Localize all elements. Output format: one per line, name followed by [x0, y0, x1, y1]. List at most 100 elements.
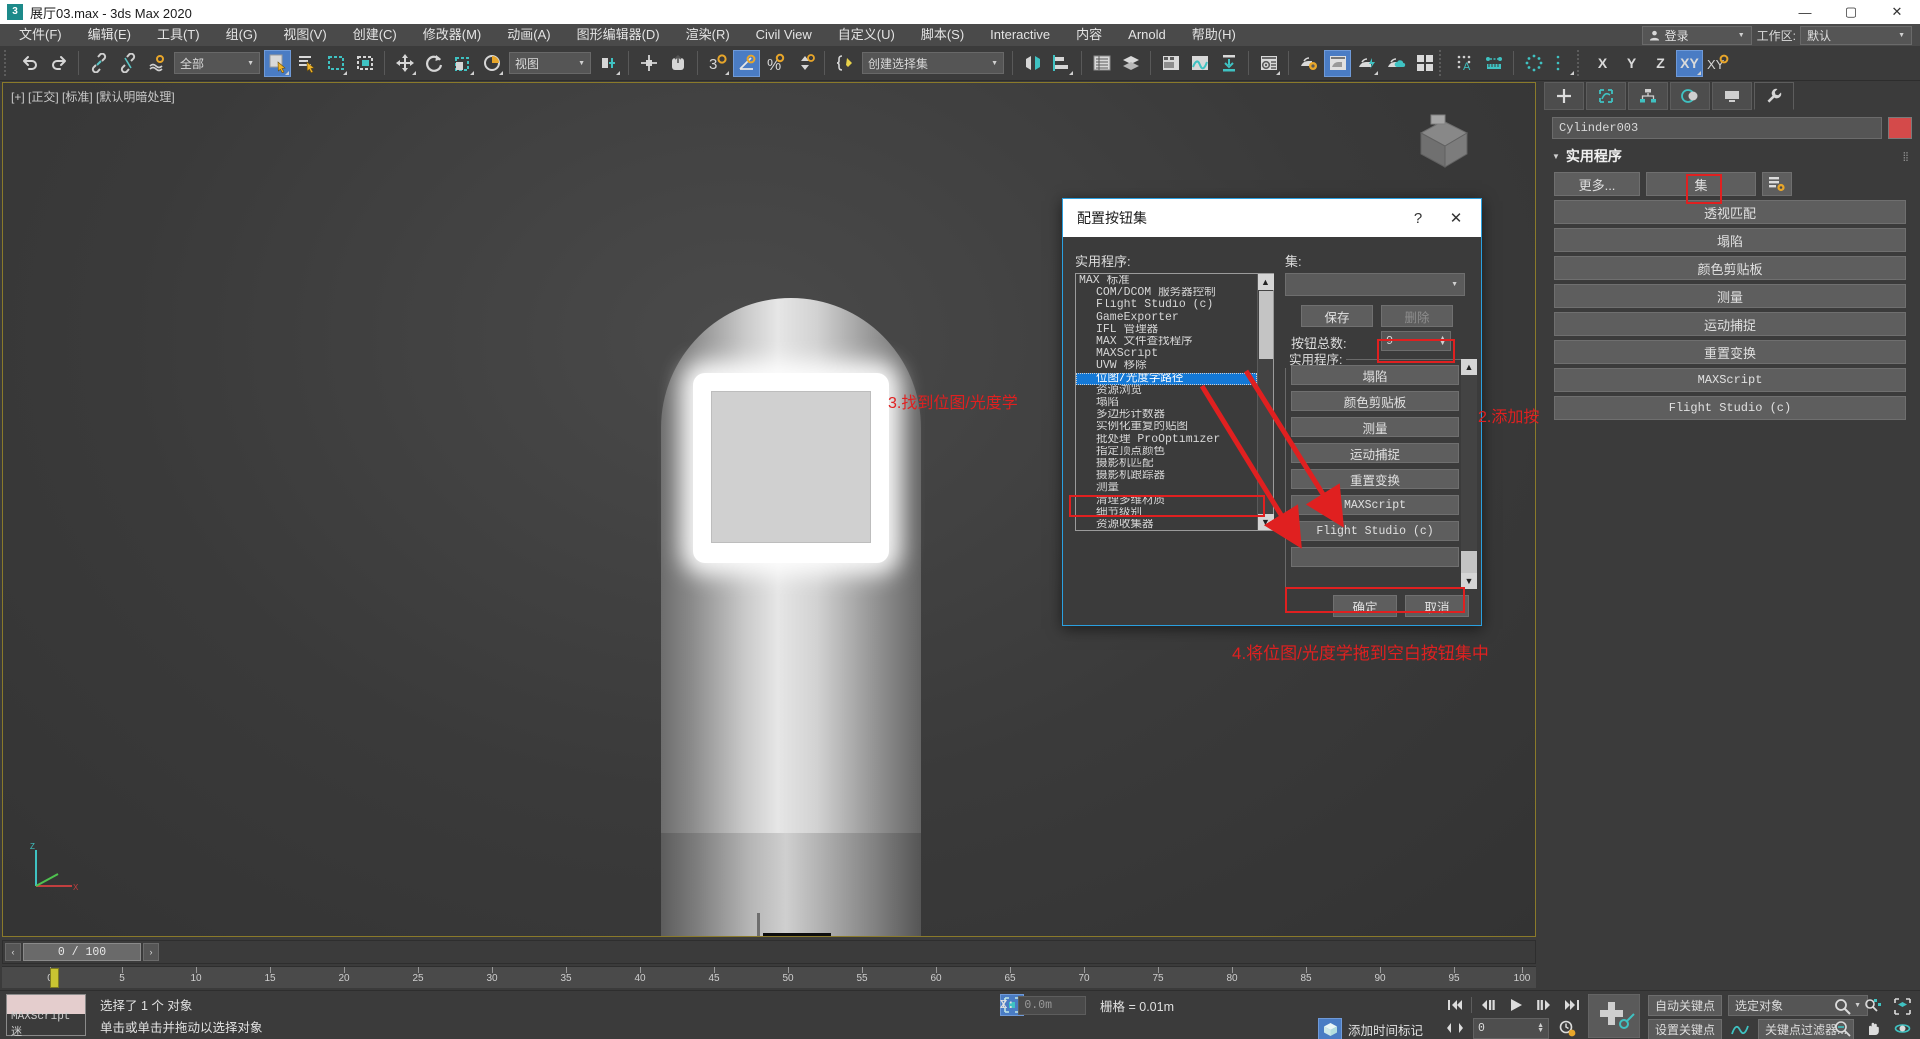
- select-and-scale-button[interactable]: [449, 50, 476, 77]
- time-next-button[interactable]: ›: [143, 943, 159, 961]
- utility-list-item[interactable]: 细节级别: [1076, 507, 1257, 519]
- material-editor-button[interactable]: [1255, 50, 1282, 77]
- unlink-selection-button[interactable]: [114, 50, 141, 77]
- select-and-link-button[interactable]: [85, 50, 112, 77]
- current-frame-field[interactable]: 0 ▲▼: [1473, 1018, 1549, 1039]
- axis-constraint-y-button[interactable]: Y: [1618, 50, 1645, 77]
- axis-constraint-z-button[interactable]: Z: [1647, 50, 1674, 77]
- time-prev-button[interactable]: ‹: [5, 943, 21, 961]
- utility-button-0[interactable]: 透视匹配: [1554, 200, 1906, 224]
- snaps-toggle-3d-button[interactable]: 3: [704, 50, 731, 77]
- axis-constraint-x-button[interactable]: X: [1589, 50, 1616, 77]
- assigned-buttons-scrollbar[interactable]: ▲ ▼: [1461, 359, 1477, 589]
- utility-list-item[interactable]: GameExporter: [1076, 312, 1257, 324]
- spinner-arrows-icon[interactable]: ▲▼: [1537, 1023, 1544, 1033]
- dialog-help-button[interactable]: ?: [1399, 203, 1437, 233]
- go-to-start-icon[interactable]: [1443, 994, 1467, 1016]
- utility-list-item[interactable]: UVW 移除: [1076, 360, 1257, 372]
- menu-scripting[interactable]: 脚本(S): [908, 24, 977, 46]
- workspace-dropdown[interactable]: 默认 ▼: [1800, 26, 1912, 45]
- scrollbar-thumb[interactable]: [1259, 291, 1273, 359]
- play-animation-icon[interactable]: [1504, 994, 1528, 1016]
- modify-tab[interactable]: [1586, 82, 1626, 110]
- window-crossing-toggle[interactable]: [351, 50, 378, 77]
- motion-tab[interactable]: [1670, 82, 1710, 110]
- maxscript-mini-listener[interactable]: MAXScript 迷: [6, 994, 86, 1036]
- set-key-big-button[interactable]: [1588, 994, 1640, 1039]
- create-tab[interactable]: [1544, 82, 1584, 110]
- save-set-button[interactable]: 保存: [1301, 305, 1373, 327]
- login-dropdown[interactable]: 登录 ▼: [1642, 26, 1752, 45]
- utility-button-4[interactable]: 运动捕捉: [1554, 312, 1906, 336]
- key-mode-toggle-icon[interactable]: [1443, 1017, 1467, 1039]
- utilities-list-items[interactable]: MAX 标准COM/DCOM 服务器控制Flight Studio (c)Gam…: [1076, 274, 1257, 530]
- reference-coordinate-dropdown[interactable]: 视图 ▼: [509, 52, 591, 74]
- key-filter-curve-icon[interactable]: [1728, 1018, 1752, 1039]
- select-and-rotate-button[interactable]: [420, 50, 447, 77]
- utility-button-6[interactable]: MAXScript: [1554, 368, 1906, 392]
- previous-frame-icon[interactable]: [1476, 994, 1500, 1016]
- object-color-swatch[interactable]: [1888, 117, 1912, 139]
- zoom-icon[interactable]: [1830, 995, 1854, 1017]
- menu-graph-editors[interactable]: 图形编辑器(D): [564, 24, 673, 46]
- scroll-up-icon[interactable]: ▲: [1258, 274, 1274, 290]
- time-configuration-icon[interactable]: [1555, 1017, 1579, 1039]
- field-of-view-icon[interactable]: [1830, 1017, 1854, 1039]
- view-cube[interactable]: [1401, 109, 1485, 181]
- named-selection-set-dropdown[interactable]: 创建选择集 ▼: [862, 52, 1004, 74]
- menu-customize[interactable]: 自定义(U): [825, 24, 908, 46]
- menu-views[interactable]: 视图(V): [270, 24, 339, 46]
- utility-button-3[interactable]: 测量: [1554, 284, 1906, 308]
- utility-list-item[interactable]: 清理多维材质: [1076, 495, 1257, 507]
- object-name-field[interactable]: Cylinder003: [1552, 117, 1882, 139]
- utility-list-item[interactable]: Flight Studio (c): [1076, 299, 1257, 311]
- open-render-frame-window-button[interactable]: [1411, 50, 1438, 77]
- utility-list-item[interactable]: 摄影机匹配: [1076, 458, 1257, 470]
- mirror-geometry-button[interactable]: [1019, 50, 1046, 77]
- utility-list-item[interactable]: MAX 标准: [1076, 275, 1257, 287]
- coord-z-field[interactable]: 0.0m: [1018, 996, 1086, 1015]
- toolbar-grip[interactable]: [1439, 50, 1446, 76]
- select-by-name-button[interactable]: [293, 50, 320, 77]
- spinner-arrows-icon[interactable]: ▲▼: [1439, 336, 1446, 346]
- select-object-button[interactable]: [264, 50, 291, 77]
- mirror-button[interactable]: [664, 50, 691, 77]
- render-production-button[interactable]: [1353, 50, 1380, 77]
- utility-list-item[interactable]: 资源浏览: [1076, 385, 1257, 397]
- menu-create[interactable]: 创建(C): [340, 24, 410, 46]
- utility-list-item[interactable]: 多边形计数器: [1076, 409, 1257, 421]
- utility-list-item[interactable]: 资源收集器: [1076, 519, 1257, 530]
- assigned-button-1[interactable]: 颜色剪贴板: [1291, 391, 1459, 411]
- utility-list-item[interactable]: MAX 文件查找程序: [1076, 336, 1257, 348]
- toggle-ribbon-button[interactable]: [1157, 50, 1184, 77]
- select-and-move-button[interactable]: [391, 50, 418, 77]
- redo-button[interactable]: [45, 50, 72, 77]
- configure-button-sets-button[interactable]: [1762, 172, 1792, 196]
- utility-list-item[interactable]: 测量: [1076, 482, 1257, 494]
- ok-button[interactable]: 确定: [1333, 595, 1397, 617]
- menu-modifiers[interactable]: 修改器(M): [410, 24, 495, 46]
- track-bar[interactable]: 0510152025303540455055606570758085909510…: [2, 966, 1536, 988]
- time-tag-icon[interactable]: [1318, 1018, 1342, 1039]
- utility-list-item[interactable]: 批处理 ProOptimizer: [1076, 434, 1257, 446]
- current-frame-marker[interactable]: [50, 968, 59, 988]
- open-asset-tracking-button[interactable]: A: [1451, 50, 1478, 77]
- utility-button-5[interactable]: 重置变换: [1554, 340, 1906, 364]
- menu-interactive[interactable]: Interactive: [977, 24, 1063, 46]
- menu-group[interactable]: 组(G): [213, 24, 271, 46]
- utility-button-1[interactable]: 塌陷: [1554, 228, 1906, 252]
- assigned-button-0[interactable]: 塌陷: [1291, 365, 1459, 385]
- scrollbar-thumb[interactable]: [1461, 551, 1477, 573]
- utility-list-item[interactable]: COM/DCOM 服务器控制: [1076, 287, 1257, 299]
- sets-button[interactable]: 集: [1646, 172, 1756, 196]
- next-frame-icon[interactable]: [1532, 994, 1556, 1016]
- assigned-button-6[interactable]: Flight Studio (c): [1291, 521, 1459, 541]
- spinner-snap-toggle-button[interactable]: [791, 50, 818, 77]
- use-selection-center-button[interactable]: [635, 50, 662, 77]
- configure-button-sets-dialog[interactable]: 配置按钮集 ? ✕ 实用程序: 集: MAX 标准COM/DCOM 服务器控制F…: [1062, 198, 1482, 626]
- scroll-down-icon[interactable]: ▼: [1461, 573, 1477, 589]
- axis-constraint-xy-button[interactable]: XY: [1676, 50, 1703, 77]
- close-button[interactable]: ✕: [1874, 0, 1920, 24]
- cancel-button[interactable]: 取消: [1405, 595, 1469, 617]
- menu-civil-view[interactable]: Civil View: [743, 24, 825, 46]
